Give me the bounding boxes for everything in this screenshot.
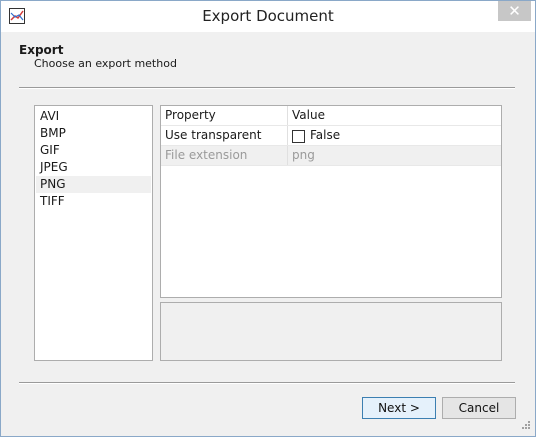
close-button[interactable]: ✕ [498, 1, 531, 21]
property-row-transparent-color[interactable]: Use transparent color False [161, 126, 501, 161]
property-value: False [310, 128, 341, 142]
cancel-button[interactable]: Cancel [442, 397, 516, 419]
wizard-header: Export Choose an export method [1, 32, 535, 92]
format-item-tiff[interactable]: TIFF [36, 193, 151, 210]
page-subtitle: Choose an export method [34, 57, 177, 70]
column-separator [287, 146, 288, 165]
resize-grip-icon[interactable] [517, 418, 531, 432]
format-item-jpeg[interactable]: JPEG [36, 159, 151, 176]
property-description-panel [160, 302, 502, 361]
next-button[interactable]: Next > [362, 397, 436, 419]
column-header-property: Property [165, 108, 216, 122]
grid-header-row: Property Value [161, 106, 501, 126]
property-value: png [292, 148, 315, 162]
cancel-button-label: Cancel [458, 401, 500, 415]
column-header-value: Value [292, 108, 325, 122]
export-format-list[interactable]: AVI BMP GIF JPEG PNG TIFF [34, 105, 153, 361]
format-item-gif[interactable]: GIF [36, 142, 151, 159]
property-name: Use transparent color [165, 128, 262, 161]
format-item-png[interactable]: PNG [36, 176, 151, 193]
format-item-avi[interactable]: AVI [36, 108, 151, 125]
property-grid[interactable]: Property Value Use transparent color Fal… [160, 105, 502, 298]
export-document-dialog: Export Document ✕ Export Choose an expor… [0, 0, 536, 437]
header-divider [19, 87, 515, 89]
title-bar[interactable]: Export Document ✕ [1, 1, 535, 32]
column-separator [287, 106, 288, 125]
transparent-color-checkbox[interactable] [292, 130, 305, 143]
window-title: Export Document [202, 7, 334, 25]
page-title: Export [19, 43, 64, 57]
property-name: File extension [165, 148, 248, 162]
close-icon: ✕ [508, 2, 521, 20]
property-row-file-extension: File extension png [161, 146, 501, 166]
footer-divider [19, 382, 515, 384]
column-separator [287, 126, 288, 145]
next-button-label: Next > [378, 401, 420, 415]
format-item-bmp[interactable]: BMP [36, 125, 151, 142]
